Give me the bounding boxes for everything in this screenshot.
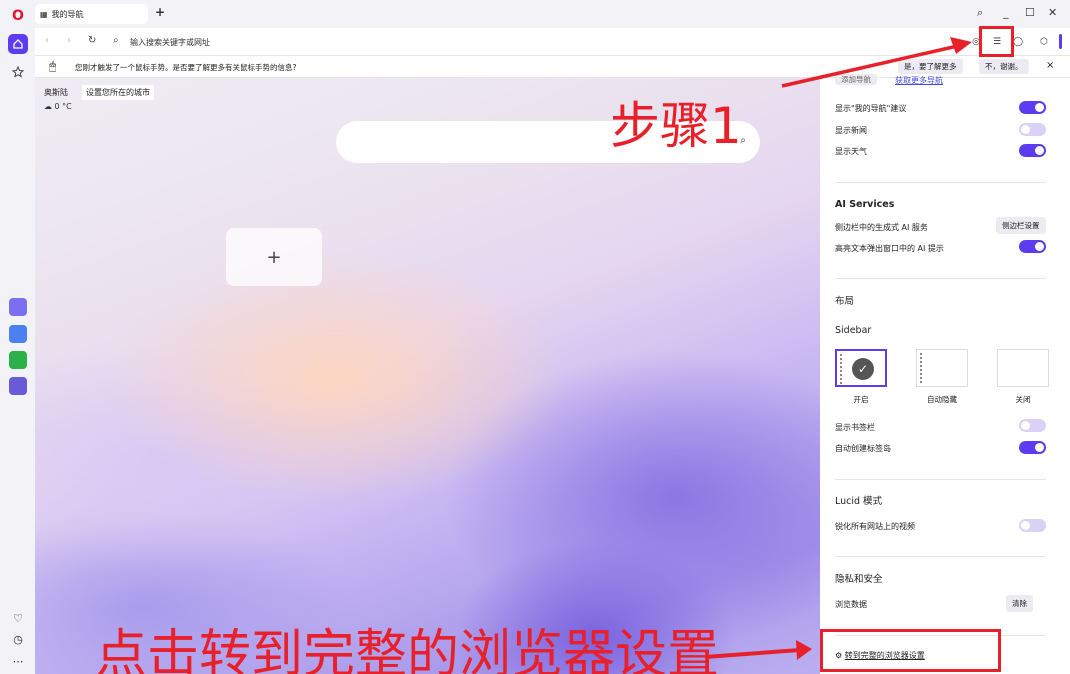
step1-annotation: 步骤1 [610, 97, 742, 155]
bottom-annotation: 点击转到完整的浏览器设置 [95, 625, 720, 674]
annotation-arrows [704, 37, 972, 660]
